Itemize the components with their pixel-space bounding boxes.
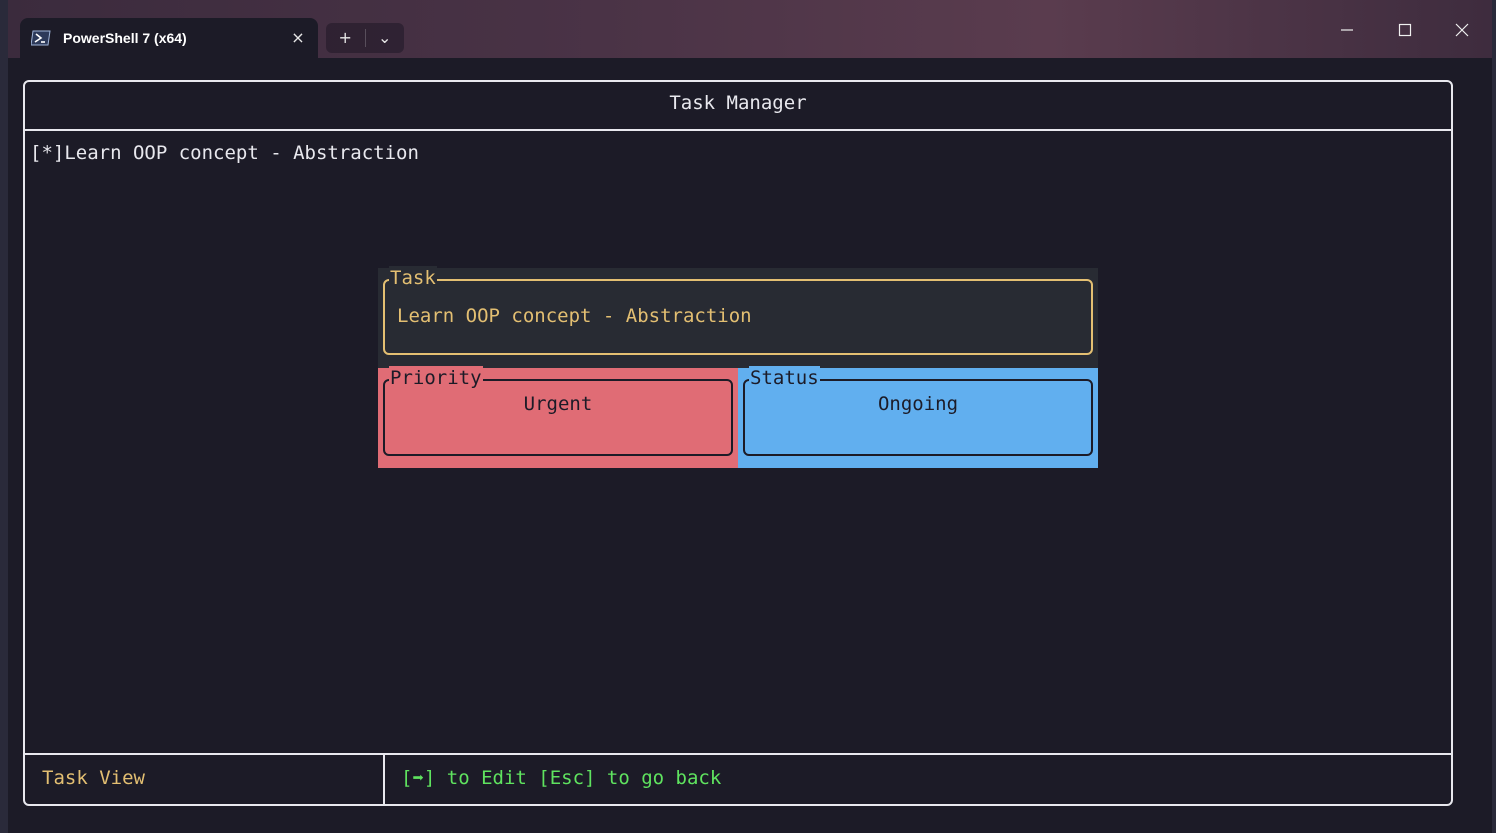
divider [23,129,1453,131]
terminal-window: PowerShell 7 (x64) × + ⌄ Task Manager [*… [8,0,1492,833]
priority-box[interactable]: Priority Urgent [383,366,733,456]
status-value: Ongoing [877,393,959,415]
mode-label: Task View [42,767,145,789]
terminal-content[interactable]: Task Manager [*]Learn OOP concept - Abst… [8,58,1492,833]
status-panel: Status Ongoing [738,366,1098,468]
maximize-icon[interactable] [1385,16,1425,48]
status-label: Status [749,366,820,390]
status-box[interactable]: Status Ongoing [743,366,1093,456]
title-bar[interactable]: PowerShell 7 (x64) × + ⌄ [8,0,1492,58]
list-item[interactable]: [*]Learn OOP concept - Abstraction [30,142,419,164]
task-box[interactable]: Task Learn OOP concept - Abstraction [383,266,1093,355]
task-detail-popup: Task Learn OOP concept - Abstraction Pri… [378,266,1098,468]
tab-close-icon[interactable]: × [288,28,308,48]
powershell-icon [31,30,51,46]
list-item-text: Learn OOP concept - Abstraction [64,142,419,164]
minimize-icon[interactable] [1327,16,1367,48]
key-hint: [➡] to Edit [Esc] to go back [401,767,722,789]
tab-title: PowerShell 7 (x64) [63,30,187,46]
tab-dropdown-icon[interactable]: ⌄ [365,23,404,53]
app-title: Task Manager [669,92,807,114]
divider [383,755,385,806]
task-panel: Task Learn OOP concept - Abstraction [378,266,1098,368]
priority-label: Priority [389,366,483,390]
task-text: Learn OOP concept - Abstraction [397,305,752,327]
selected-marker: [*] [30,142,65,164]
task-label: Task [389,266,437,290]
close-window-icon[interactable] [1442,16,1482,48]
tab-actions: + ⌄ [326,23,404,53]
divider [23,753,1453,755]
new-tab-icon[interactable]: + [326,23,365,53]
priority-value: Urgent [523,393,593,415]
priority-panel: Priority Urgent [378,366,738,468]
tab-powershell[interactable]: PowerShell 7 (x64) × [20,18,318,58]
